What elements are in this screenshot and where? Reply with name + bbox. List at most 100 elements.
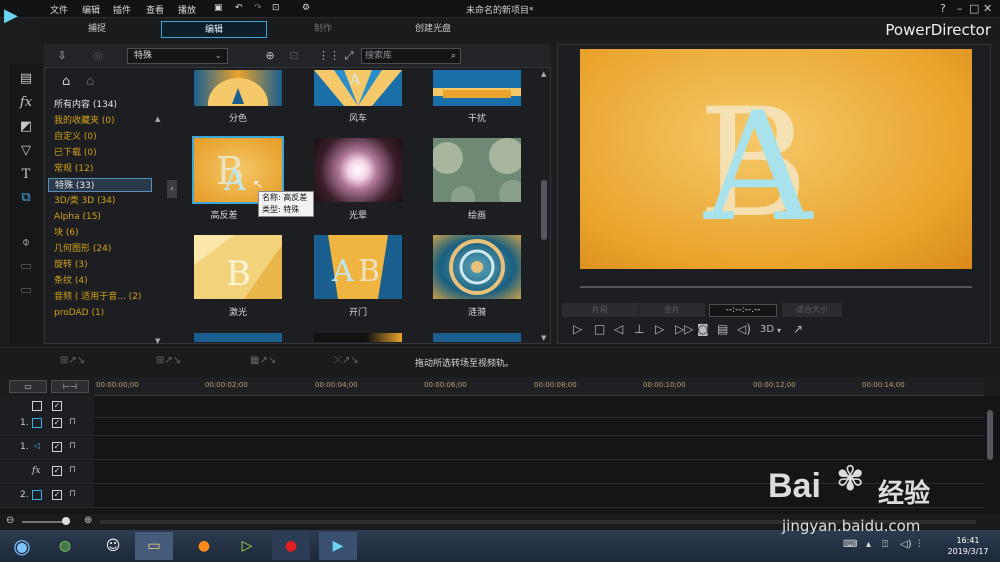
- pip-room-icon[interactable]: ◩: [10, 116, 42, 138]
- transition-thumbnail[interactable]: A: [314, 70, 402, 106]
- transition-thumbnail[interactable]: [194, 70, 282, 106]
- camtasia-icon[interactable]: ▷: [228, 532, 266, 560]
- category-item[interactable]: proDAD (1): [54, 306, 104, 320]
- collapse-panel-button[interactable]: ‹: [167, 180, 177, 198]
- tab-produce[interactable]: 制作: [268, 21, 378, 38]
- keyframe-icon[interactable]: ⊞↗↘: [156, 355, 181, 366]
- track-enable-checkbox[interactable]: ✓: [52, 442, 62, 452]
- transition-thumbnail[interactable]: [433, 70, 521, 106]
- fix-enhance-icon[interactable]: ▦↗↘: [250, 355, 276, 366]
- clip-mode-button[interactable]: 片段: [562, 303, 638, 317]
- favorite-icon[interactable]: ⊡: [286, 48, 302, 64]
- snapshot-icon[interactable]: ◙: [697, 322, 709, 336]
- transition-thumbnail[interactable]: [314, 138, 402, 202]
- track-enable-checkbox[interactable]: ✓: [52, 418, 62, 428]
- zoom-out-icon[interactable]: ⊖: [6, 515, 14, 526]
- qq-icon[interactable]: ☺: [94, 532, 132, 560]
- fit-timeline-button[interactable]: ⊢⊣: [51, 380, 89, 393]
- subtitle-icon[interactable]: ▤: [717, 322, 728, 336]
- zoom-in-icon[interactable]: ⊕: [84, 515, 92, 526]
- add-to-timeline-icon[interactable]: ⊕: [262, 48, 278, 64]
- download-icon[interactable]: ◎: [90, 48, 106, 64]
- category-scrollbar[interactable]: ▲ ▼: [153, 115, 161, 345]
- volume-icon[interactable]: ◁): [737, 322, 751, 336]
- tab-edit[interactable]: 编辑: [161, 21, 267, 38]
- particle-room-icon[interactable]: ▽: [10, 140, 42, 162]
- grid-view-icon[interactable]: ⋮⋮: [318, 48, 340, 64]
- import-icon[interactable]: ⇩: [54, 48, 70, 64]
- track-enable-checkbox[interactable]: ✓: [52, 401, 62, 411]
- timecode-display[interactable]: --:--:--.--: [709, 304, 777, 317]
- resolution-icon[interactable]: ⊡: [272, 3, 280, 13]
- title-room-icon[interactable]: T: [10, 164, 42, 186]
- fit-size-dropdown[interactable]: 适合大小: [782, 303, 842, 317]
- category-item[interactable]: 音频 ( 适用于音... (2): [54, 290, 141, 304]
- category-item[interactable]: 块 (6): [54, 226, 79, 240]
- preview-screen[interactable]: B A A: [580, 49, 972, 269]
- transition-thumbnail[interactable]: [194, 333, 282, 342]
- stop-icon[interactable]: □: [594, 322, 605, 336]
- tab-capture[interactable]: 捕捉: [42, 21, 152, 38]
- track-lock-icon[interactable]: ⊓: [69, 465, 76, 475]
- voice-record-icon[interactable]: ⌽: [10, 232, 42, 254]
- track-area[interactable]: [94, 413, 984, 436]
- play-icon[interactable]: ▷: [573, 322, 582, 336]
- transition-room-icon[interactable]: ⧉: [10, 187, 42, 209]
- track-enable-checkbox[interactable]: ✓: [52, 466, 62, 476]
- media-room-icon[interactable]: ▤: [10, 68, 42, 90]
- category-item[interactable]: 常规 (12): [54, 162, 93, 176]
- file-explorer-icon[interactable]: ▭: [135, 532, 173, 560]
- menu-plugins[interactable]: 插件: [113, 3, 131, 16]
- category-item-selected[interactable]: 特殊 (33): [48, 178, 152, 192]
- track-lock-icon[interactable]: ⊓: [69, 417, 76, 427]
- chapter-room-icon[interactable]: ▭: [10, 256, 42, 278]
- modify-icon[interactable]: ⊞↗↘: [60, 355, 85, 366]
- category-item[interactable]: 旋转 (3): [54, 258, 88, 272]
- chevron-down-icon[interactable]: ▾: [777, 326, 781, 335]
- category-dropdown[interactable]: 特殊 ⌄: [127, 48, 228, 64]
- trim-icon[interactable]: ⤫↗↘: [334, 355, 359, 366]
- category-item[interactable]: 所有内容 (134): [54, 98, 117, 112]
- track-manager-button[interactable]: ▭: [9, 380, 47, 393]
- category-item[interactable]: Alpha (15): [54, 210, 101, 224]
- track-lock-icon[interactable]: ⊓: [69, 489, 76, 499]
- transition-thumbnail[interactable]: AB: [314, 235, 402, 299]
- split-icon[interactable]: ⊥: [634, 322, 644, 336]
- firefox-icon[interactable]: ●: [185, 532, 223, 560]
- category-item[interactable]: 几何图形 (24): [54, 242, 111, 256]
- maximize-icon[interactable]: □: [969, 2, 979, 15]
- undock-icon[interactable]: ↗: [793, 322, 803, 336]
- transition-thumbnail[interactable]: [433, 333, 521, 342]
- browser-360-icon[interactable]: ◍: [46, 532, 84, 560]
- menu-file[interactable]: 文件: [50, 3, 68, 16]
- category-item[interactable]: 条纹 (4): [54, 274, 88, 288]
- tab-create-disc[interactable]: 创建光盘: [378, 21, 488, 38]
- fx-room-icon[interactable]: fx: [10, 92, 42, 114]
- library-scrollbar[interactable]: ▲ ▼: [540, 70, 548, 342]
- timeline-ruler[interactable]: 00:00:00;00 00:00:02;00 00:00:04;00 00:0…: [94, 378, 984, 396]
- 3d-mode-button[interactable]: 3D: [760, 324, 774, 335]
- transition-thumbnail[interactable]: [433, 235, 521, 299]
- preview-seek-bar[interactable]: [580, 286, 972, 288]
- next-frame-icon[interactable]: ▷: [655, 322, 664, 336]
- minimize-icon[interactable]: –: [957, 2, 963, 15]
- category-item[interactable]: 3D/类 3D (34): [54, 194, 116, 208]
- undo-icon[interactable]: ↶: [235, 3, 243, 13]
- search-input[interactable]: 搜索库 ⌕: [361, 48, 461, 64]
- save-icon[interactable]: ▣: [214, 3, 223, 13]
- track-lock-icon[interactable]: ⊓: [69, 441, 76, 451]
- category-item[interactable]: 我的收藏夹 (0): [54, 114, 115, 128]
- start-button-icon[interactable]: ◉: [3, 532, 41, 560]
- redo-icon[interactable]: ↷: [254, 3, 262, 13]
- previous-frame-icon[interactable]: ◁: [614, 322, 623, 336]
- powerdirector-taskbar-icon[interactable]: ▶: [319, 532, 357, 560]
- transition-thumbnail[interactable]: [433, 138, 521, 202]
- help-icon[interactable]: ?: [940, 2, 946, 15]
- category-item[interactable]: 自定义 (0): [54, 130, 97, 144]
- settings-gear-icon[interactable]: ⚙: [302, 3, 310, 13]
- zoom-slider-handle[interactable]: [62, 517, 70, 525]
- track-enable-checkbox[interactable]: ✓: [52, 490, 62, 500]
- fast-forward-icon[interactable]: ▷▷: [675, 322, 693, 336]
- recorder-icon[interactable]: ●: [272, 532, 310, 560]
- subtitle-room-icon[interactable]: ▭: [10, 280, 42, 302]
